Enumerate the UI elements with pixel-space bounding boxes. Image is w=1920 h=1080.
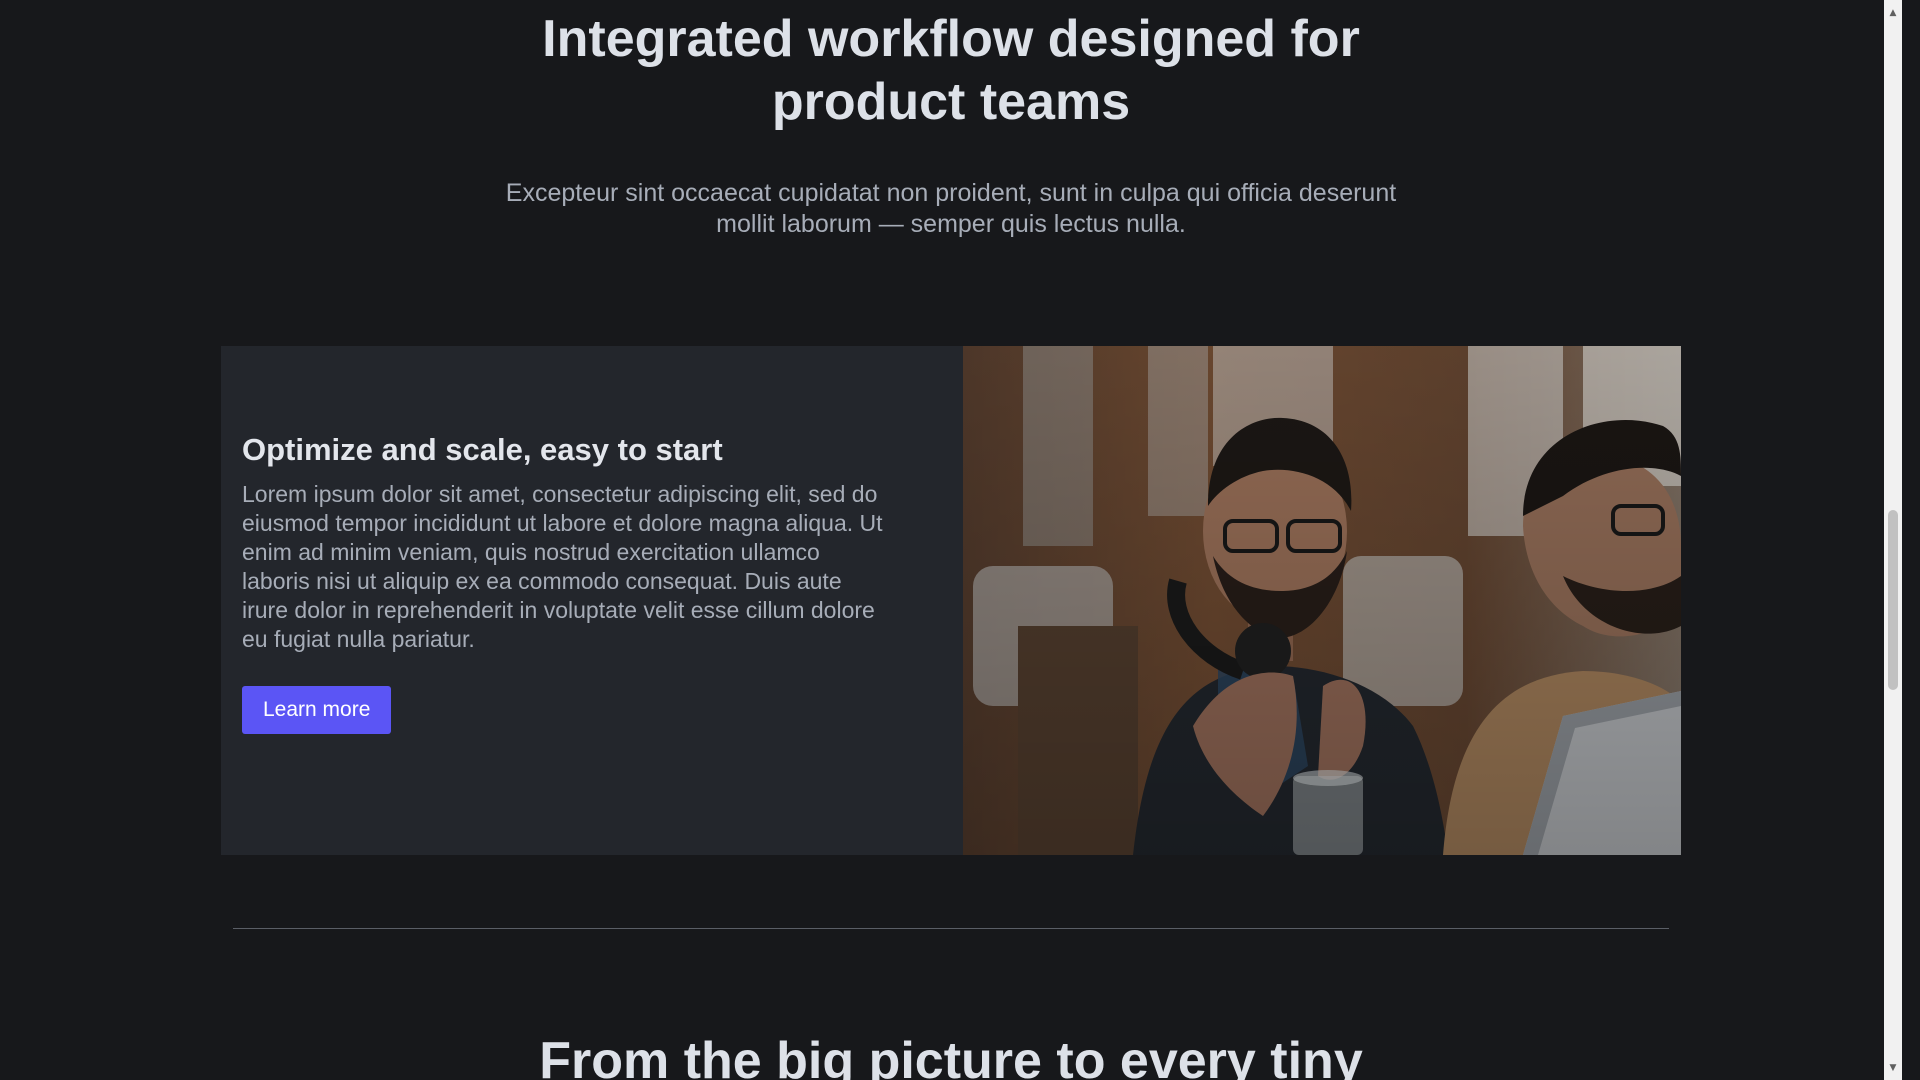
page: Integrated workflow designed for product… — [0, 0, 1902, 1080]
arrow-down-icon[interactable]: ▼ — [1884, 1059, 1902, 1076]
feature-text-panel: Optimize and scale, easy to start Lorem … — [221, 346, 963, 855]
hero-subtitle: Excepteur sint occaecat cupidatat non pr… — [0, 178, 1902, 240]
feature-body: Lorem ipsum dolor sit amet, consectetur … — [242, 481, 883, 652]
hero-title-line-2: product teams — [771, 73, 1131, 131]
hero-subtitle-line-1: Excepteur sint occaecat cupidatat non pr… — [505, 179, 1397, 207]
vertical-scrollbar[interactable]: ▲ ▼ — [1884, 0, 1902, 1080]
scrollbar-thumb[interactable] — [1888, 510, 1898, 690]
feature-title: Optimize and scale, easy to start — [242, 432, 723, 467]
hero-subtitle-line-2: mollit laborum — semper quis lectus null… — [716, 210, 1186, 238]
feature-photo — [963, 346, 1681, 855]
arrow-up-icon[interactable]: ▲ — [1884, 4, 1902, 21]
feature-section: Optimize and scale, easy to start Lorem … — [221, 346, 1681, 855]
hero-title: Integrated workflow designed for product… — [0, 8, 1902, 134]
section-divider — [233, 928, 1669, 929]
next-section-title: From the big picture to every tiny — [539, 1032, 1363, 1080]
hero-title-line-1: Integrated workflow designed for — [542, 10, 1360, 68]
learn-more-button[interactable]: Learn more — [242, 686, 392, 734]
photo-illustration — [963, 346, 1681, 855]
